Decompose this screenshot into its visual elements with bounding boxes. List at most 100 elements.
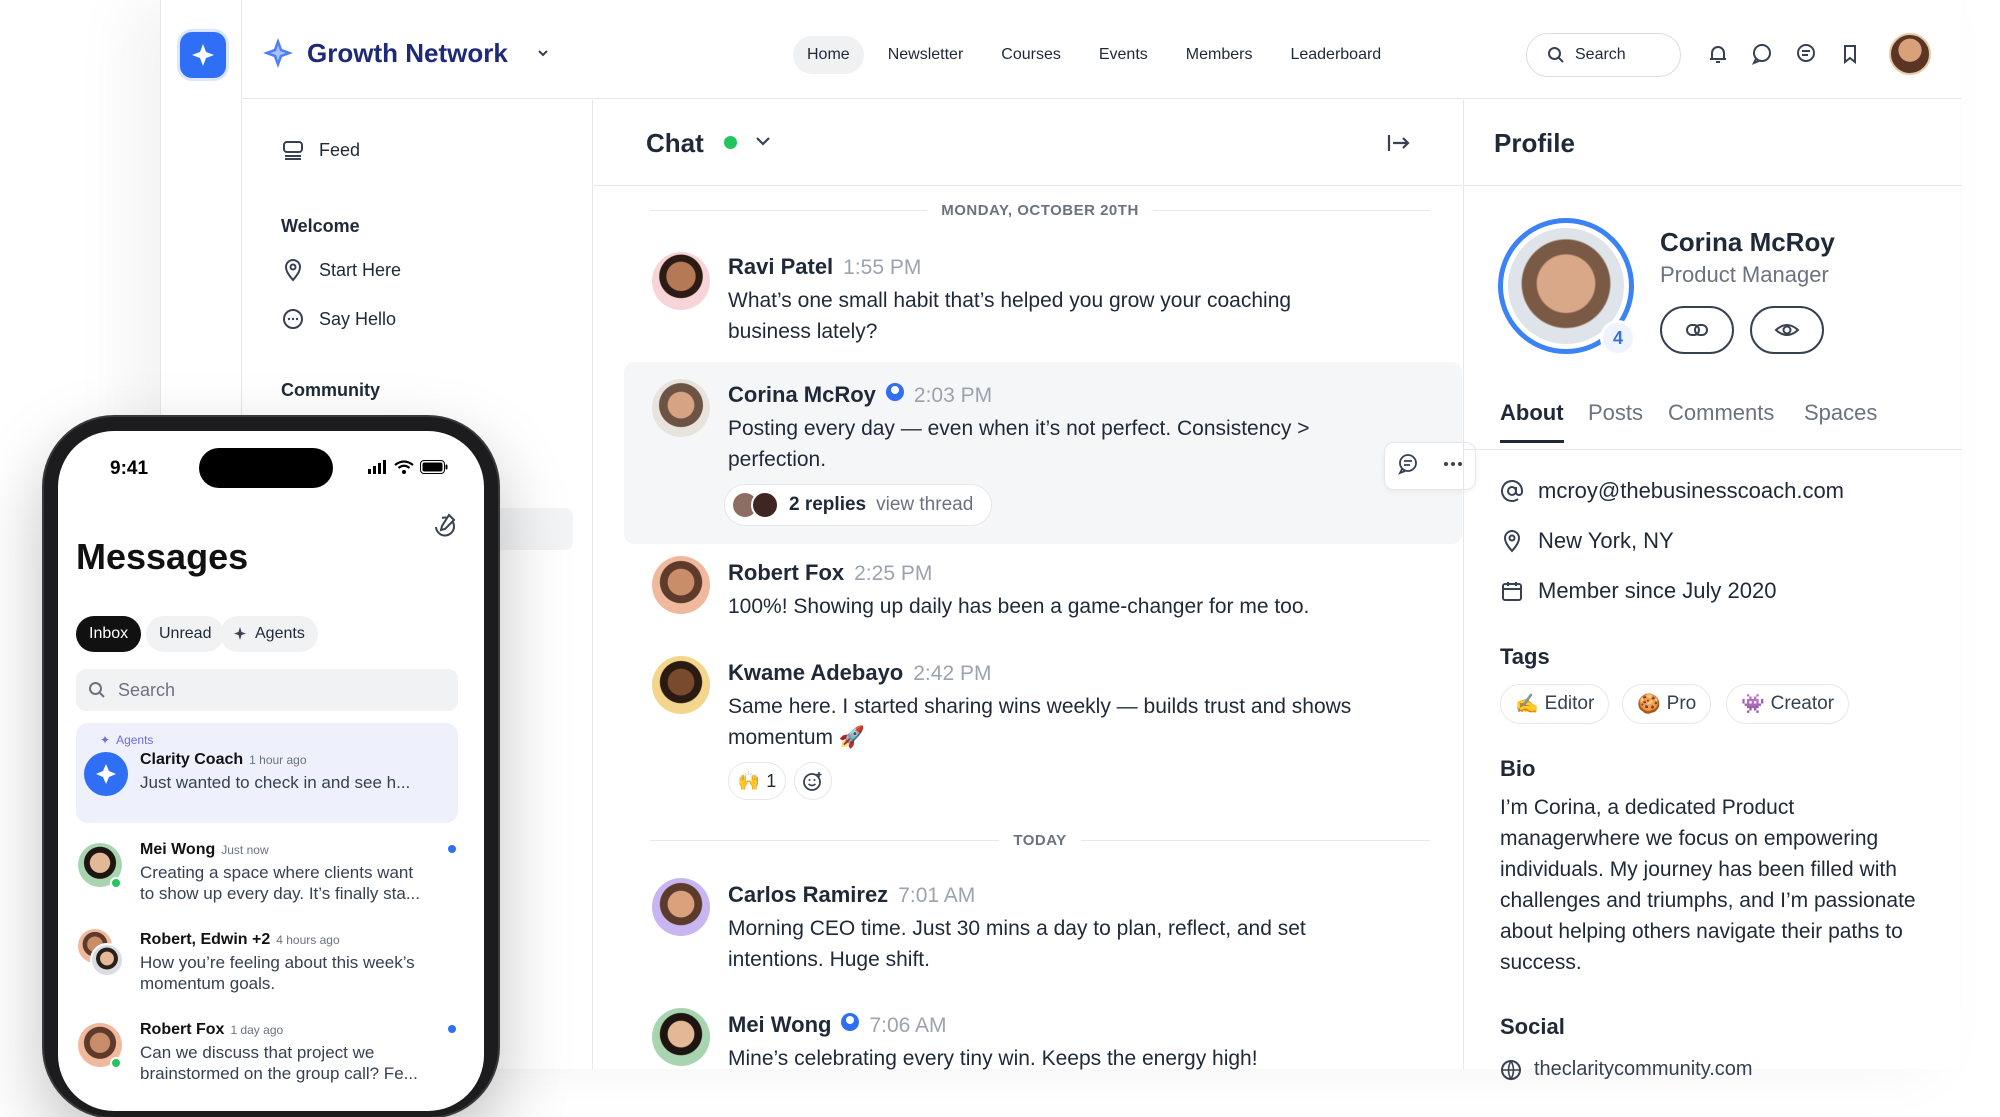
tab-about[interactable]: About (1500, 400, 1564, 443)
phone-search-placeholder: Search (118, 679, 176, 700)
globe-icon (1501, 1059, 1521, 1081)
avatar[interactable] (652, 379, 710, 437)
view-thread-button[interactable]: 2 replies view thread (724, 484, 993, 526)
reply-avatar (751, 491, 779, 519)
online-indicator (110, 1057, 122, 1069)
tab-comments[interactable]: Comments (1668, 400, 1774, 440)
nav-members[interactable]: Members (1172, 36, 1267, 74)
user-avatar[interactable] (1889, 33, 1931, 75)
profile-panel: Profile 4 Corina McRoy Product Manager A… (1463, 100, 1962, 1081)
chip-agents-label: Agents (255, 625, 305, 642)
profile-location: New York, NY (1500, 528, 1674, 554)
message-text: Posting every day — even when it’s not p… (728, 417, 1310, 471)
tag-editor[interactable]: ✍️ Editor (1500, 684, 1610, 724)
chat-title: Chat (646, 128, 704, 158)
tags-heading: Tags (1500, 644, 1550, 669)
agents-tag-label: Agents (116, 733, 154, 747)
feed-icon (283, 141, 303, 160)
message-author[interactable]: Mei Wong 7:06 AM (728, 1012, 947, 1038)
nav-home[interactable]: Home (793, 36, 864, 74)
bell-icon[interactable] (1706, 42, 1730, 66)
message-thread[interactable]: Robert, Edwin +2 4 hours ago How you’re f… (76, 925, 458, 1005)
avatar[interactable] (652, 1008, 710, 1066)
message-author[interactable]: Kwame Adebayo 2:42 PM (728, 660, 991, 686)
clarity-logo-icon (96, 764, 116, 784)
avatar[interactable] (652, 878, 710, 936)
sidebar-item-label: Feed (319, 139, 361, 160)
add-reaction-icon[interactable] (794, 762, 832, 800)
online-status-dot (724, 136, 737, 149)
message-author[interactable]: Carlos Ramirez 7:01 AM (728, 882, 975, 908)
chevron-down-icon[interactable] (752, 130, 774, 157)
message-text: Morning CEO time. Just 30 mins a day to … (728, 917, 1306, 971)
reaction-chip[interactable]: 🙌 1 (728, 762, 786, 800)
more-options-icon[interactable] (1441, 452, 1465, 481)
bookmark-icon[interactable] (1838, 42, 1862, 66)
message-author[interactable]: Ravi Patel 1:55 PM (728, 254, 921, 280)
brand[interactable]: Growth Network (261, 36, 554, 70)
thread-time: Just now (221, 843, 269, 857)
sidebar-item-start-here[interactable]: Start Here (281, 258, 401, 282)
profile-email[interactable]: mcroy@thebusinesscoach.com (1500, 478, 1844, 504)
tag-pro[interactable]: 🍪 Pro (1622, 684, 1712, 724)
tab-spaces[interactable]: Spaces (1804, 400, 1877, 440)
phone-screen: 9:41 Messages Inbox Unread Agents Search (58, 431, 484, 1111)
search-input[interactable]: Search (1526, 33, 1681, 77)
messages-icon[interactable] (1794, 42, 1818, 66)
search-icon (1548, 47, 1564, 63)
reaction-emoji: 🙌 (737, 770, 761, 791)
collapse-panel-icon[interactable] (1386, 130, 1412, 161)
chip-inbox[interactable]: Inbox (76, 616, 142, 652)
nav-newsletter[interactable]: Newsletter (874, 36, 978, 74)
today-divider: TODAY (650, 830, 1431, 850)
message-thread[interactable]: Mei Wong Just now Creating a space where … (76, 835, 458, 915)
thread-time: 4 hours ago (276, 933, 340, 947)
date-divider-label: MONDAY, OCTOBER 20TH (941, 201, 1139, 219)
tag-creator[interactable]: 👾 Creator (1726, 684, 1850, 724)
avatar[interactable] (652, 252, 710, 310)
sidebar-item-feed[interactable]: Feed (281, 138, 360, 162)
chip-agents[interactable]: Agents (220, 616, 318, 652)
chat-bubble-icon[interactable] (1750, 42, 1774, 66)
profile-header: Profile (1464, 100, 1962, 186)
message-author[interactable]: Corina McRoy 2:03 PM (728, 382, 992, 408)
battery-icon (420, 460, 448, 474)
chat-panel: Chat MONDAY, OCTOBER 20TH Ravi Patel 1:55… (594, 100, 1476, 1070)
copy-link-button[interactable] (1660, 306, 1734, 354)
verified-badge-icon (885, 383, 904, 401)
avatar[interactable] (652, 656, 710, 714)
today-divider-label: TODAY (1013, 831, 1067, 849)
sparkle-icon: ✦ (100, 733, 111, 747)
agents-tag: ✦ Agents (100, 733, 153, 747)
chat-message: Robert Fox 2:25 PM 100%! Showing up daily… (594, 548, 1462, 628)
social-heading: Social (1500, 1014, 1565, 1039)
avatar[interactable] (652, 556, 710, 614)
community-logo-icon[interactable] (180, 32, 226, 78)
view-profile-button[interactable] (1750, 306, 1824, 354)
chevron-down-icon[interactable] (532, 42, 554, 64)
phone-search-input[interactable]: Search (76, 669, 458, 711)
top-icons (1706, 42, 1862, 66)
nav-leaderboard[interactable]: Leaderboard (1276, 36, 1395, 74)
message-time: 2:42 PM (913, 662, 992, 685)
date-divider: MONDAY, OCTOBER 20TH (650, 200, 1431, 220)
tab-posts[interactable]: Posts (1588, 400, 1643, 440)
compose-icon[interactable] (432, 513, 458, 544)
nav-courses[interactable]: Courses (987, 36, 1075, 74)
sparkle-icon (234, 627, 246, 640)
eye-icon (1774, 324, 1800, 336)
social-link[interactable]: theclaritycommunity.com (1500, 1058, 1753, 1081)
message-thread[interactable]: ✦ Agents Clarity Coach 1 hour ago Just wan… (76, 723, 458, 823)
message-thread[interactable]: Robert Fox 1 day ago Can we discuss that … (76, 1015, 458, 1095)
message-author[interactable]: Robert Fox 2:25 PM (728, 560, 932, 586)
nav-events[interactable]: Events (1085, 36, 1162, 74)
sidebar-item-say-hello[interactable]: Say Hello (281, 307, 396, 331)
main-nav: Home Newsletter Courses Events Members L… (793, 36, 1395, 74)
chip-unread[interactable]: Unread (146, 616, 225, 652)
profile-name: Corina McRoy (1660, 227, 1835, 257)
location-pin-icon (284, 259, 302, 282)
reply-in-thread-icon[interactable] (1396, 452, 1420, 481)
location-pin-icon (1503, 530, 1521, 553)
bio-text: I’m Corina, a dedicated Product managerw… (1500, 796, 1916, 974)
sidebar-item-label: Start Here (319, 259, 402, 280)
